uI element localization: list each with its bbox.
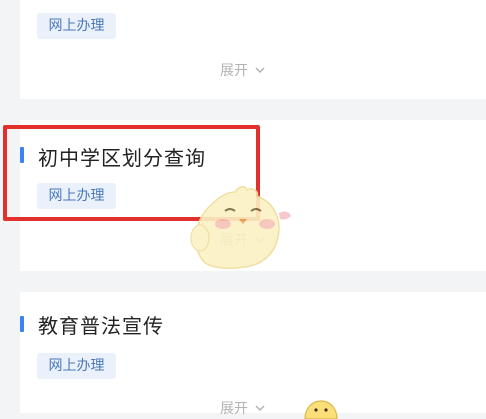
online-service-tag: 网上办理 <box>37 183 116 209</box>
service-title: 教育普法宣传 <box>38 314 164 338</box>
expand-label: 展开 <box>220 233 248 249</box>
service-card[interactable]: 教育普法宣传 网上办理 展开 <box>20 292 486 417</box>
online-service-tag: 网上办理 <box>37 353 116 379</box>
online-service-tag: 网上办理 <box>37 13 116 39</box>
service-card[interactable]: 初中学区划分查询 网上办理 展开 <box>20 120 486 271</box>
expand-button[interactable]: 展开 <box>220 398 266 418</box>
chevron-down-icon <box>255 237 265 244</box>
chevron-down-icon <box>255 405 265 412</box>
expand-label: 展开 <box>220 63 248 79</box>
service-title: 初中学区划分查询 <box>38 146 206 170</box>
expand-button[interactable]: 展开 <box>220 230 266 250</box>
expand-label: 展开 <box>220 401 248 417</box>
title-accent-bar <box>20 316 24 332</box>
expand-button[interactable]: 展开 <box>220 60 266 80</box>
title-accent-bar <box>20 147 24 163</box>
service-card[interactable]: 网上办理 展开 <box>20 0 486 99</box>
chevron-down-icon <box>255 67 265 74</box>
